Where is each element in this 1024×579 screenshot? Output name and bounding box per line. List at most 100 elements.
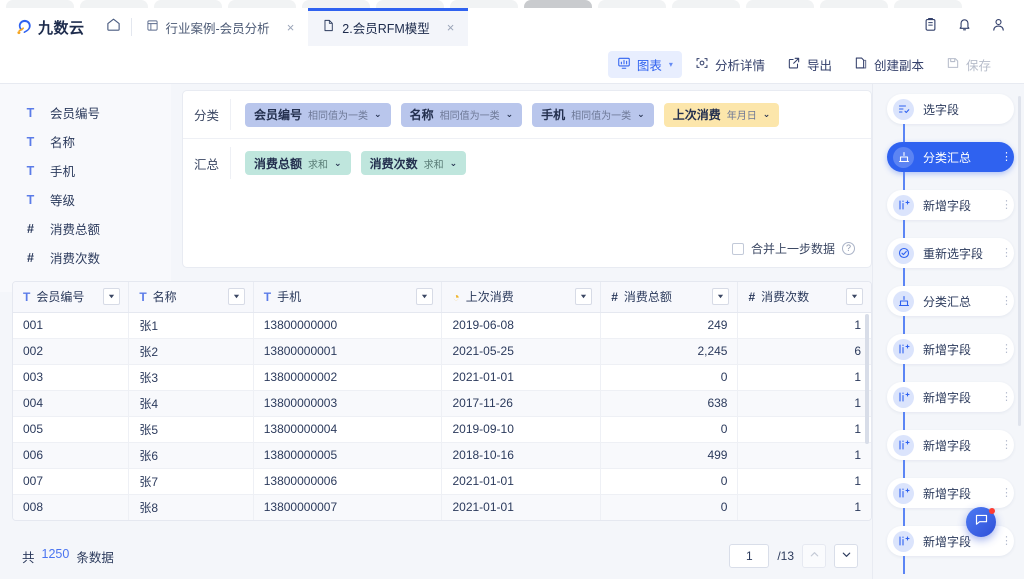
browser-tab[interactable] bbox=[820, 0, 888, 8]
table-column-header[interactable]: T 会员编号 bbox=[13, 282, 130, 313]
chevron-down-icon[interactable]: ⌄ bbox=[334, 158, 342, 169]
table-column-header[interactable]: # 消费次数 bbox=[737, 282, 871, 313]
step-more-icon[interactable]: ⋮ bbox=[1001, 295, 1012, 306]
field-list-item[interactable]: # 消费总额 bbox=[0, 214, 171, 243]
table-column-header[interactable]: ◔ 上次消费 bbox=[441, 282, 602, 313]
field-list-item[interactable]: T 名称 bbox=[0, 127, 171, 156]
table-cell: 1 bbox=[737, 442, 871, 469]
step-more-icon[interactable]: ⋮ bbox=[1001, 391, 1012, 402]
merge-checkbox[interactable] bbox=[731, 242, 744, 255]
table-column-header[interactable]: T 手机 bbox=[253, 282, 443, 313]
browser-tab[interactable] bbox=[80, 0, 148, 8]
pipeline-step-新增字段[interactable]: 新增字段 ⋮ bbox=[887, 478, 1014, 508]
field-chip[interactable]: 上次消费 年月日 ⌄ bbox=[663, 102, 780, 127]
field-chip[interactable]: 会员编号 相同值为一类 ⌄ bbox=[245, 102, 391, 127]
table-cell: 2019-06-08 bbox=[441, 312, 602, 339]
pipeline-step-选字段[interactable]: 选字段 bbox=[887, 94, 1014, 124]
browser-tab[interactable] bbox=[598, 0, 666, 8]
table-row[interactable]: 004 张4 13800000003 2017-11-26 638 1 bbox=[13, 390, 871, 417]
step-more-icon[interactable]: ⋮ bbox=[1001, 343, 1012, 354]
field-list-item[interactable]: T 会员编号 bbox=[0, 98, 171, 127]
document-tabs: 行业案例-会员分析 × 2.会员RFM模型 × bbox=[132, 8, 469, 46]
question-icon[interactable]: ? bbox=[842, 242, 855, 255]
toolbar-chart-button[interactable]: 图表 ▾ bbox=[607, 51, 682, 78]
table-row[interactable]: 007 张7 13800000006 2021-01-01 0 1 bbox=[13, 468, 871, 495]
pipeline-step-重新选字段[interactable]: 重新选字段 ⋮ bbox=[887, 238, 1014, 268]
text-type-icon: T bbox=[26, 163, 35, 178]
pipeline-step: 选字段 bbox=[887, 94, 1014, 142]
step-more-icon[interactable]: ⋮ bbox=[1001, 535, 1012, 546]
field-chip[interactable]: 手机 相同值为一类 ⌄ bbox=[532, 102, 654, 127]
column-filter-button[interactable] bbox=[103, 288, 121, 306]
table-row[interactable]: 008 张8 13800000007 2021-01-01 0 1 bbox=[13, 494, 871, 520]
toolbar-analysis-detail-button[interactable]: 分析详情 bbox=[686, 51, 774, 78]
pipeline-step-新增字段[interactable]: 新增字段 ⋮ bbox=[887, 334, 1014, 364]
pipeline-scrollbar[interactable] bbox=[1018, 96, 1021, 426]
table-column-header[interactable]: # 消费总额 bbox=[600, 282, 739, 313]
column-filter-button[interactable] bbox=[712, 288, 730, 306]
column-filter-button[interactable] bbox=[575, 288, 593, 306]
browser-tab[interactable] bbox=[154, 0, 222, 8]
table-row[interactable]: 006 张6 13800000005 2018-10-16 499 1 bbox=[13, 442, 871, 469]
browser-tab[interactable] bbox=[746, 0, 814, 8]
report-icon bbox=[146, 19, 159, 35]
chat-support-button[interactable] bbox=[966, 507, 996, 537]
pipeline-step-新增字段[interactable]: 新增字段 ⋮ bbox=[887, 382, 1014, 412]
toolbar-duplicate-button[interactable]: 创建副本 bbox=[845, 51, 933, 78]
tab-rfm-model[interactable]: 2.会员RFM模型 × bbox=[308, 8, 469, 46]
step-more-icon[interactable]: ⋮ bbox=[1001, 487, 1012, 498]
pipeline-step-新增字段[interactable]: 新增字段 ⋮ bbox=[887, 430, 1014, 460]
browser-tab[interactable] bbox=[672, 0, 740, 8]
chevron-down-icon[interactable]: ⌄ bbox=[506, 109, 514, 120]
field-list-item[interactable]: T 等级 bbox=[0, 185, 171, 214]
table-row[interactable]: 002 张2 13800000001 2021-05-25 2,245 6 bbox=[13, 338, 871, 365]
field-chip[interactable]: 消费次数 求和 ⌄ bbox=[360, 151, 467, 175]
tab-industry-case[interactable]: 行业案例-会员分析 × bbox=[132, 8, 309, 46]
chevron-down-icon[interactable]: ⌄ bbox=[637, 109, 645, 120]
bell-icon[interactable] bbox=[957, 17, 972, 37]
chevron-down-icon[interactable]: ⌄ bbox=[450, 158, 458, 169]
browser-tab[interactable] bbox=[450, 0, 518, 8]
chevron-down-icon[interactable]: ⌄ bbox=[374, 109, 382, 120]
step-more-icon[interactable]: ⋮ bbox=[1001, 247, 1012, 258]
browser-tab[interactable] bbox=[228, 0, 296, 8]
field-list-item[interactable]: # 消费次数 bbox=[0, 243, 171, 272]
browser-tab[interactable] bbox=[376, 0, 444, 8]
field-chip[interactable]: 消费总额 求和 ⌄ bbox=[245, 151, 351, 175]
pipeline-step-分类汇总[interactable]: 分类汇总 ⋮ bbox=[887, 142, 1014, 172]
browser-tab[interactable] bbox=[524, 0, 592, 8]
table-column-header[interactable]: T 名称 bbox=[128, 282, 254, 313]
toolbar-export-button[interactable]: 导出 bbox=[778, 51, 841, 78]
chevron-down-icon[interactable]: ⌄ bbox=[763, 109, 771, 120]
field-list-item[interactable]: T 手机 bbox=[0, 156, 171, 185]
pipeline-step-分类汇总[interactable]: 分类汇总 ⋮ bbox=[887, 286, 1014, 316]
step-more-icon[interactable]: ⋮ bbox=[1001, 199, 1012, 210]
logo[interactable]: 九数云 bbox=[0, 8, 85, 46]
next-page-button[interactable] bbox=[834, 544, 858, 568]
home-button[interactable] bbox=[97, 8, 131, 46]
browser-tab[interactable] bbox=[302, 0, 370, 8]
tab-close-icon[interactable]: × bbox=[287, 20, 295, 35]
table-scrollbar[interactable] bbox=[865, 314, 869, 444]
merge-previous-step-row: 合并上一步数据 ? bbox=[731, 240, 855, 257]
page-number-input[interactable]: 1 bbox=[729, 544, 770, 568]
table-row[interactable]: 005 张5 13800000004 2019-09-10 0 1 bbox=[13, 416, 871, 443]
table-row[interactable]: 003 张3 13800000002 2021-01-01 0 1 bbox=[13, 364, 871, 391]
chip-field-name: 会员编号 bbox=[254, 108, 303, 122]
clipboard-icon[interactable] bbox=[923, 17, 938, 37]
pipeline-step-新增字段[interactable]: 新增字段 ⋮ bbox=[887, 190, 1014, 220]
step-more-icon[interactable]: ⋮ bbox=[1001, 439, 1012, 450]
table-cell: 13800000001 bbox=[253, 338, 443, 365]
step-more-icon[interactable]: ⋮ bbox=[1001, 151, 1012, 162]
column-filter-button[interactable] bbox=[227, 288, 245, 306]
field-chip[interactable]: 名称 相同值为一类 ⌄ bbox=[400, 102, 523, 127]
tab-close-icon[interactable]: × bbox=[447, 20, 455, 35]
column-filter-button[interactable] bbox=[416, 288, 434, 306]
user-icon[interactable] bbox=[991, 17, 1006, 37]
table-row[interactable]: 001 张1 13800000000 2019-06-08 249 1 bbox=[13, 312, 871, 339]
pipeline-connector bbox=[903, 364, 905, 382]
browser-tab[interactable] bbox=[894, 0, 962, 8]
pipeline-step-新增字段[interactable]: 新增字段 ⋮ bbox=[887, 526, 1014, 556]
column-filter-button[interactable] bbox=[846, 288, 863, 306]
browser-tab[interactable] bbox=[6, 0, 74, 8]
